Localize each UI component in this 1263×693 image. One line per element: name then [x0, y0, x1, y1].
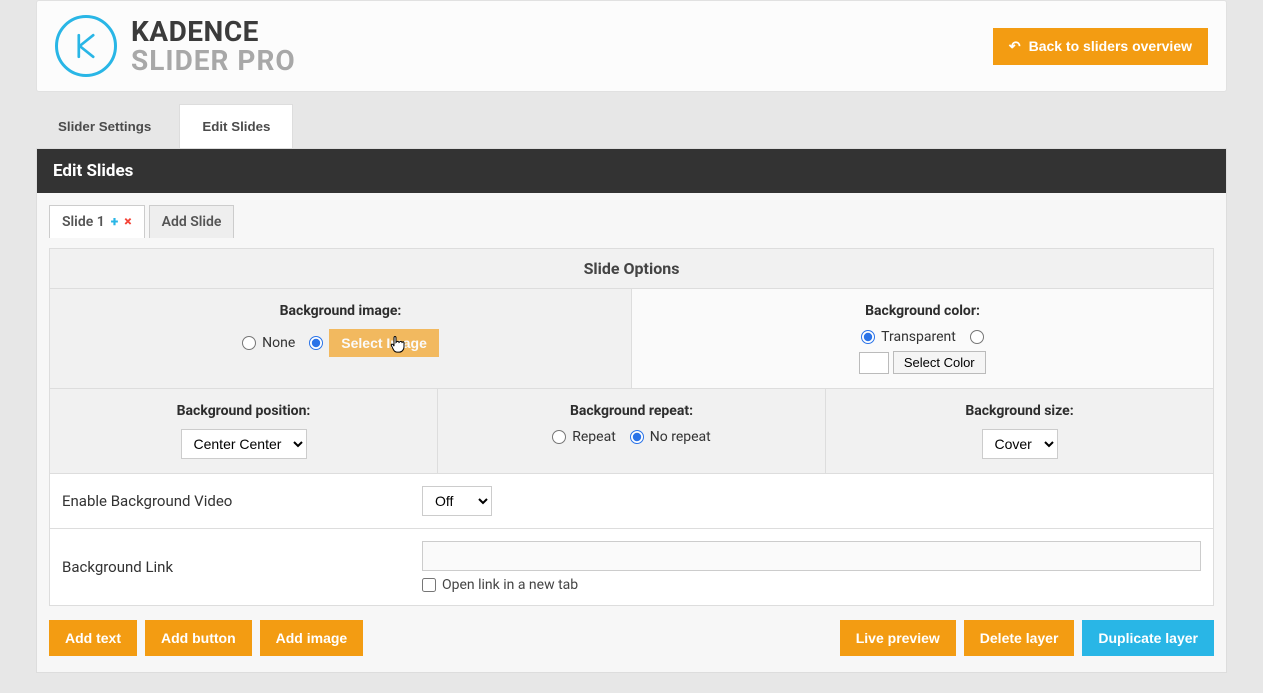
bg-position-select[interactable]: Center Center — [181, 429, 307, 459]
add-slide-button[interactable]: Add Slide — [149, 205, 235, 238]
bg-color-label: Background color: — [648, 303, 1197, 319]
tab-slider-settings[interactable]: Slider Settings — [36, 104, 173, 148]
brand: KADENCE SLIDER PRO — [55, 15, 296, 77]
bg-video-select[interactable]: Off — [422, 486, 492, 516]
add-image-button[interactable]: Add image — [260, 620, 364, 656]
duplicate-slide-icon[interactable]: + — [111, 214, 118, 230]
bg-image-select-radio[interactable] — [309, 336, 323, 350]
add-button-button[interactable]: Add button — [145, 620, 252, 656]
back-button-label: Back to sliders overview — [1029, 38, 1192, 54]
logo-icon — [55, 15, 117, 77]
bg-norepeat-radio[interactable] — [630, 430, 644, 444]
delete-slide-icon[interactable]: × — [124, 214, 131, 230]
bg-repeat-option[interactable]: Repeat — [552, 429, 616, 445]
duplicate-layer-button[interactable]: Duplicate layer — [1082, 620, 1214, 656]
tab-edit-slides[interactable]: Edit Slides — [179, 104, 293, 148]
open-new-tab-checkbox[interactable] — [422, 578, 436, 592]
bg-repeat-label: Background repeat: — [454, 403, 809, 419]
open-new-tab-label: Open link in a new tab — [442, 577, 578, 593]
slide-options-title: Slide Options — [50, 249, 1213, 289]
undo-icon: ↶ — [1009, 38, 1021, 55]
main-tabs: Slider Settings Edit Slides — [36, 92, 1227, 148]
brand-title: KADENCE — [131, 17, 296, 46]
bg-color-transparent-radio[interactable] — [861, 330, 875, 344]
bg-image-none-option[interactable]: None — [242, 335, 295, 351]
color-swatch[interactable] — [859, 352, 889, 374]
select-image-button[interactable]: Select Image — [329, 329, 439, 357]
bg-link-input[interactable] — [422, 541, 1201, 571]
bg-image-none-radio[interactable] — [242, 336, 256, 350]
bg-color-custom-radio[interactable] — [970, 330, 984, 344]
bg-size-select[interactable]: Cover — [982, 429, 1058, 459]
back-to-overview-button[interactable]: ↶ Back to sliders overview — [993, 28, 1208, 65]
live-preview-button[interactable]: Live preview — [840, 620, 956, 656]
bg-color-custom-option[interactable] — [970, 330, 984, 344]
slide-tab-1[interactable]: Slide 1 + × — [49, 205, 145, 238]
bg-image-select-option[interactable]: Select Image — [309, 329, 439, 357]
add-slide-label: Add Slide — [162, 214, 222, 230]
footer-actions: Add text Add button Add image Live previ… — [49, 606, 1214, 660]
edit-slides-panel: Edit Slides Slide 1 + × Add Slide Slide … — [36, 148, 1227, 673]
bg-position-label: Background position: — [66, 403, 421, 419]
slide-options-box: Slide Options Background image: None — [49, 248, 1214, 606]
brand-subtitle: SLIDER PRO — [131, 46, 296, 75]
app-header: KADENCE SLIDER PRO ↶ Back to sliders ove… — [36, 0, 1227, 92]
bg-link-label: Background Link — [50, 540, 410, 594]
bg-color-transparent-option[interactable]: Transparent — [861, 329, 956, 345]
bg-norepeat-option[interactable]: No repeat — [630, 429, 711, 445]
add-text-button[interactable]: Add text — [49, 620, 137, 656]
bg-size-label: Background size: — [842, 403, 1197, 419]
slide-tab-label: Slide 1 — [62, 214, 105, 230]
select-color-button[interactable]: Select Color — [893, 351, 986, 374]
bg-image-label: Background image: — [66, 303, 615, 319]
delete-layer-button[interactable]: Delete layer — [964, 620, 1075, 656]
bg-repeat-radio[interactable] — [552, 430, 566, 444]
slide-tabs: Slide 1 + × Add Slide — [49, 205, 1214, 238]
panel-title: Edit Slides — [37, 149, 1226, 193]
enable-bg-video-label: Enable Background Video — [50, 474, 410, 528]
